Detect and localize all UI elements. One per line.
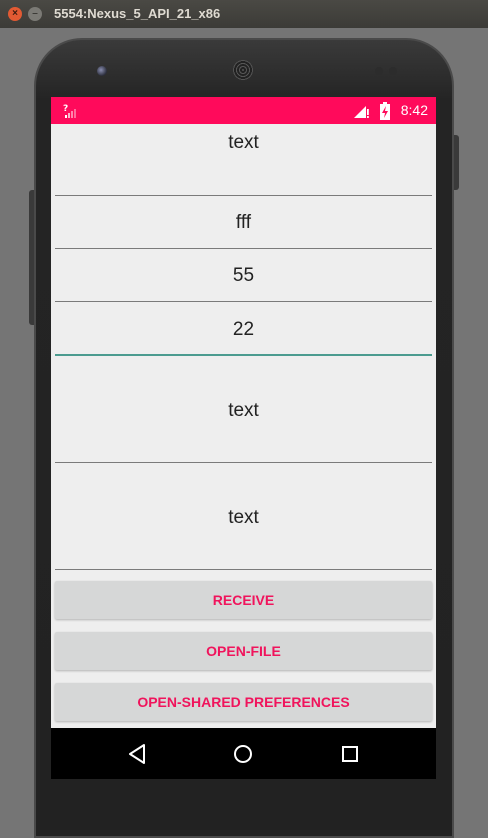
text-field-2[interactable]: fff <box>55 196 432 249</box>
battery-charging-icon <box>380 102 390 120</box>
text-field-3[interactable]: 55 <box>55 249 432 302</box>
navigation-bar <box>51 728 436 779</box>
text-field-5-value: text <box>228 400 259 421</box>
open-shared-preferences-button[interactable]: OPEN-SHARED PREFERENCES <box>55 683 432 721</box>
open-file-button[interactable]: OPEN-FILE <box>55 632 432 670</box>
window-minimize-button[interactable]: – <box>28 7 42 21</box>
text-field-5[interactable]: text <box>55 356 432 463</box>
receive-button[interactable]: RECEIVE <box>55 581 432 619</box>
light-sensor-icon <box>389 67 397 75</box>
device-screen: ? 8:42 text fff 55 22 text text RECEIVE … <box>51 97 436 779</box>
earpiece-speaker-icon <box>233 60 253 80</box>
window-title: 5554:Nexus_5_API_21_x86 <box>54 6 221 21</box>
cell-signal-icon <box>354 106 369 118</box>
proximity-sensor-icon <box>375 67 383 75</box>
text-field-3-value: 55 <box>232 265 255 286</box>
front-camera-icon <box>97 66 107 76</box>
text-field-1[interactable]: text <box>55 124 432 196</box>
text-field-6[interactable]: text <box>55 463 432 570</box>
text-field-1-value: text <box>228 132 259 153</box>
window-titlebar: × – 5554:Nexus_5_API_21_x86 <box>0 0 488 28</box>
status-time: 8:42 <box>400 102 428 118</box>
text-field-2-value: fff <box>235 212 252 233</box>
recents-icon[interactable] <box>337 741 363 767</box>
status-bar: ? 8:42 <box>51 97 436 124</box>
window-close-button[interactable]: × <box>8 7 22 21</box>
svg-text:?: ? <box>63 104 68 114</box>
text-field-6-value: text <box>228 507 259 528</box>
home-icon[interactable] <box>230 741 256 767</box>
text-field-4[interactable]: 22 <box>55 302 432 356</box>
text-field-4-value: 22 <box>232 319 255 340</box>
no-sim-signal-icon: ? <box>63 104 76 118</box>
back-icon[interactable] <box>125 741 151 767</box>
